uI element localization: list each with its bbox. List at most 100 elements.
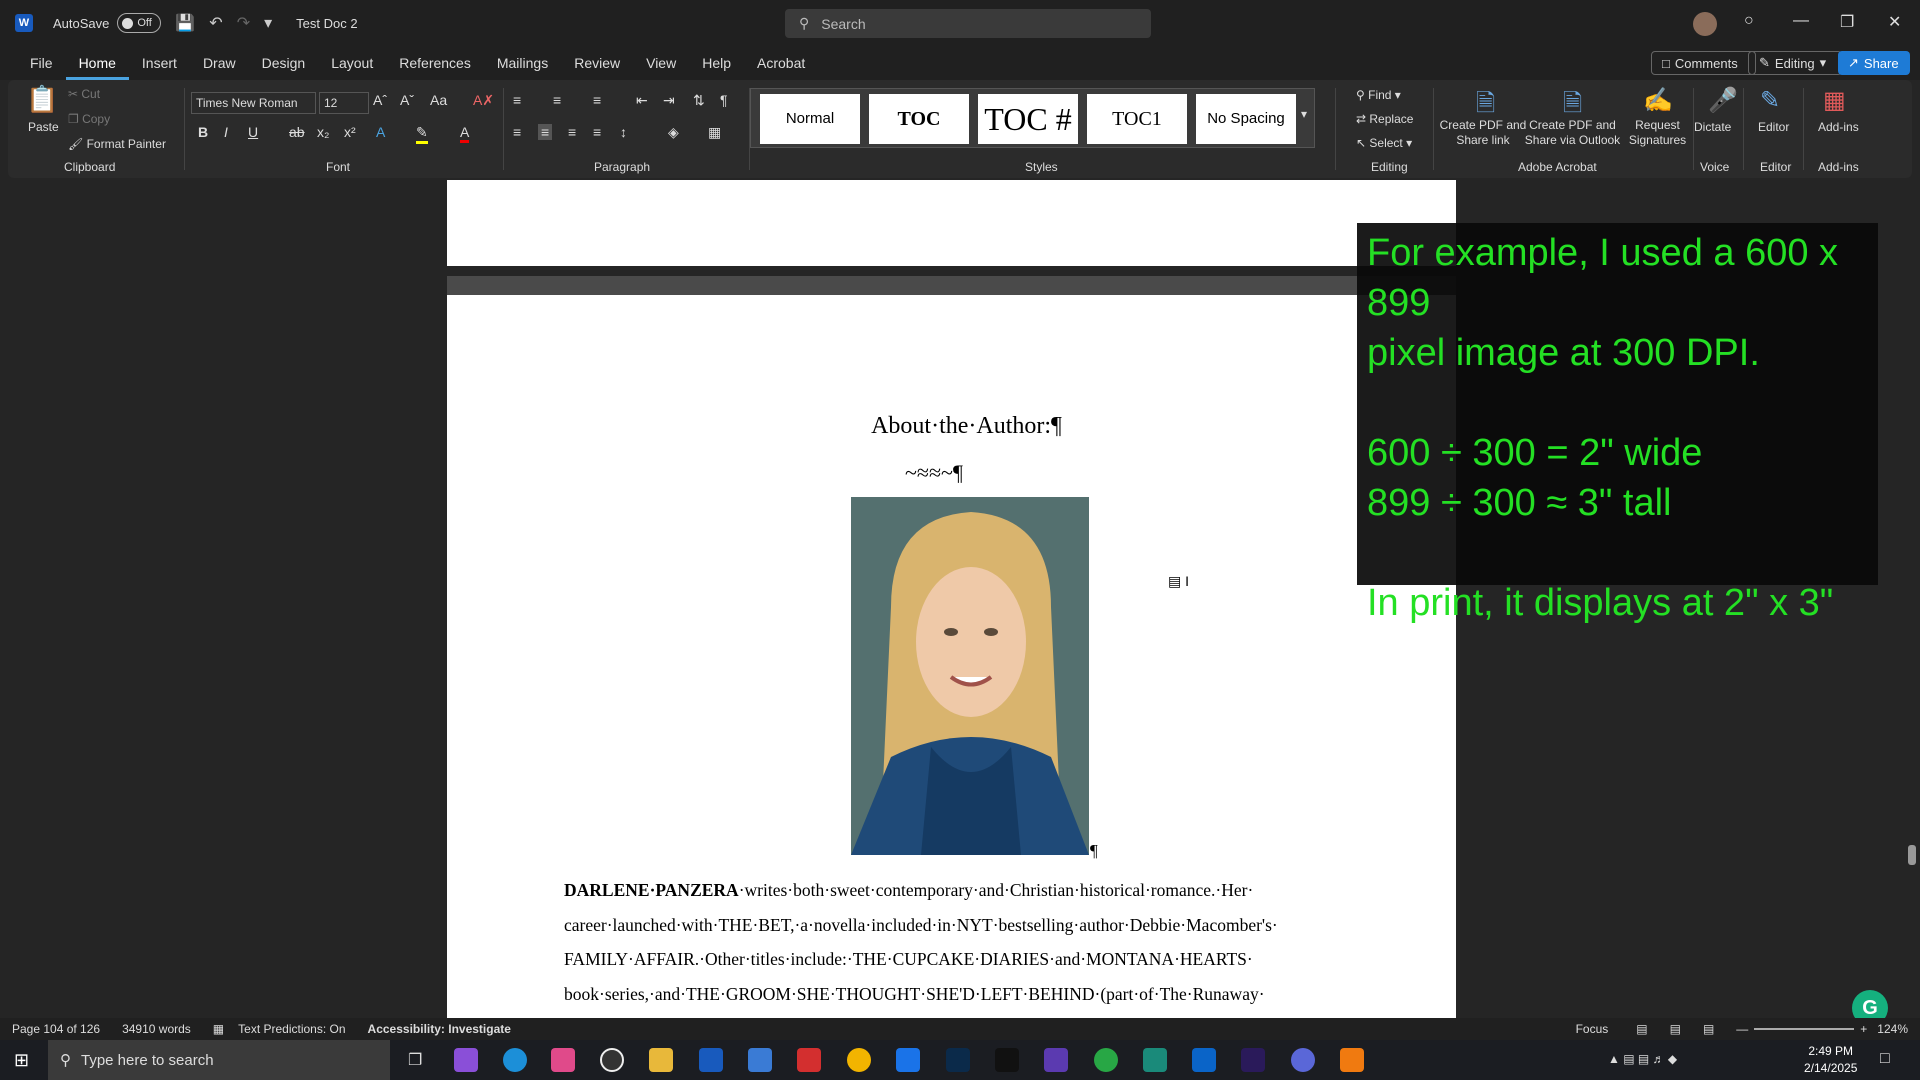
minimize-icon[interactable]: —: [1793, 12, 1809, 30]
style-toc-number[interactable]: TOC #: [978, 94, 1078, 144]
store-app-icon[interactable]: [748, 1048, 772, 1072]
font-size-select[interactable]: 12: [319, 92, 369, 114]
redo-icon[interactable]: ↷: [237, 13, 250, 33]
tab-references[interactable]: References: [386, 46, 484, 80]
select-button[interactable]: ↖ Select ▾: [1356, 136, 1412, 150]
app-icon[interactable]: [600, 1048, 624, 1072]
app-icon[interactable]: [896, 1048, 920, 1072]
save-icon[interactable]: 💾: [175, 13, 195, 33]
justify-icon[interactable]: ≡: [593, 124, 601, 140]
style-normal[interactable]: Normal: [760, 94, 860, 144]
shading-icon[interactable]: ◈: [668, 124, 679, 141]
user-avatar[interactable]: [1693, 12, 1717, 36]
subscript-icon[interactable]: x₂: [317, 124, 329, 140]
borders-icon[interactable]: ▦: [708, 124, 721, 141]
scrollbar-thumb[interactable]: [1908, 845, 1916, 865]
editor-button[interactable]: Editor: [1758, 120, 1789, 134]
styles-more-icon[interactable]: ▾: [1301, 107, 1307, 121]
numbering-icon[interactable]: ≡: [553, 92, 561, 108]
share-button[interactable]: ↗ Share: [1838, 51, 1910, 75]
comments-button[interactable]: □ Comments: [1651, 51, 1756, 75]
replace-button[interactable]: ⇄ Replace: [1356, 112, 1413, 126]
read-mode-icon[interactable]: ▤: [1636, 1022, 1647, 1036]
web-layout-icon[interactable]: ▤: [1703, 1022, 1714, 1036]
tab-review[interactable]: Review: [561, 46, 633, 80]
highlight-icon[interactable]: ✎: [416, 124, 428, 144]
app-icon[interactable]: [1044, 1048, 1068, 1072]
document-page[interactable]: About·the·Author:¶ ~≈≈~¶ ¶ DARLENE·PANZE…: [447, 295, 1456, 1018]
accessibility-status[interactable]: Accessibility: Investigate: [368, 1022, 511, 1036]
app-icon[interactable]: [1291, 1048, 1315, 1072]
paste-button[interactable]: Paste: [28, 120, 59, 134]
app-icon[interactable]: [1143, 1048, 1167, 1072]
create-pdf-share-link-button[interactable]: Create PDF and Share link: [1438, 118, 1528, 148]
format-painter-button[interactable]: 🖌 Format Painter: [68, 137, 166, 151]
dictate-button[interactable]: Dictate: [1694, 120, 1731, 134]
edge-app-icon[interactable]: [503, 1048, 527, 1072]
sort-icon[interactable]: ⇅: [693, 92, 705, 109]
vlc-app-icon[interactable]: [1340, 1048, 1364, 1072]
document-name[interactable]: Test Doc 2: [296, 16, 357, 31]
undo-icon[interactable]: ↶: [209, 13, 222, 33]
photoshop-app-icon[interactable]: [946, 1048, 970, 1072]
search-input[interactable]: ⚲ Search: [785, 9, 1151, 38]
copy-button[interactable]: ❐ Copy: [68, 112, 110, 126]
clear-formatting-icon[interactable]: A✗: [473, 92, 494, 109]
create-pdf-outlook-button[interactable]: Create PDF and Share via Outlook: [1520, 118, 1625, 148]
shrink-font-icon[interactable]: Aˇ: [400, 92, 414, 108]
strikethrough-icon[interactable]: ab: [289, 124, 305, 140]
text-predictions[interactable]: Text Predictions: On: [238, 1022, 345, 1036]
lightbulb-icon[interactable]: ○: [1744, 12, 1754, 30]
focus-button[interactable]: Focus: [1576, 1022, 1609, 1036]
editing-mode-button[interactable]: ✎ Editing ▾: [1748, 51, 1842, 75]
find-button[interactable]: ⚲ Find ▾: [1356, 88, 1401, 102]
tab-draw[interactable]: Draw: [190, 46, 249, 80]
bridge-app-icon[interactable]: [995, 1048, 1019, 1072]
vertical-scrollbar[interactable]: [1904, 180, 1920, 1018]
cricut-app-icon[interactable]: [1094, 1048, 1118, 1072]
style-no-spacing[interactable]: No Spacing: [1196, 94, 1296, 144]
tab-home[interactable]: Home: [65, 46, 129, 80]
increase-indent-icon[interactable]: ⇥: [663, 92, 675, 109]
zoom-slider[interactable]: [1754, 1028, 1855, 1030]
taskbar-search-input[interactable]: ⚲ Type here to search: [48, 1040, 390, 1080]
close-icon[interactable]: ✕: [1888, 12, 1901, 32]
tab-help[interactable]: Help: [689, 46, 744, 80]
decrease-indent-icon[interactable]: ⇤: [636, 92, 648, 109]
paste-icon[interactable]: 📋: [26, 84, 58, 115]
tab-insert[interactable]: Insert: [129, 46, 190, 80]
print-layout-icon[interactable]: ▤: [1670, 1022, 1681, 1036]
page-count[interactable]: Page 104 of 126: [12, 1022, 100, 1036]
text-effects-icon[interactable]: A: [376, 124, 385, 140]
underline-icon[interactable]: U: [248, 124, 258, 140]
proofing-icon[interactable]: ▦: [213, 1022, 224, 1036]
change-case-icon[interactable]: Aa: [430, 92, 447, 108]
windows-start-icon[interactable]: ⊞: [14, 1050, 29, 1071]
tab-file[interactable]: File: [17, 46, 66, 80]
acrobat-app-icon[interactable]: [797, 1048, 821, 1072]
font-name-select[interactable]: Times New Roman: [191, 92, 316, 114]
app-icon[interactable]: [551, 1048, 575, 1072]
bullets-icon[interactable]: ≡: [513, 92, 521, 108]
tab-acrobat[interactable]: Acrobat: [744, 46, 818, 80]
style-toc1[interactable]: TOC1: [1087, 94, 1187, 144]
chrome-app-icon[interactable]: [847, 1048, 871, 1072]
align-left-icon[interactable]: ≡: [513, 124, 521, 140]
system-tray-icons[interactable]: ▲ ▤ ▤ ♬ ◆: [1608, 1052, 1677, 1066]
word-count[interactable]: 34910 words: [122, 1022, 191, 1036]
superscript-icon[interactable]: x²: [344, 124, 356, 140]
author-photo[interactable]: [851, 497, 1089, 855]
request-signatures-button[interactable]: Request Signatures: [1620, 118, 1695, 148]
autosave-toggle[interactable]: Off: [117, 13, 162, 33]
italic-icon[interactable]: I: [224, 124, 228, 140]
addins-button[interactable]: Add-ins: [1818, 120, 1859, 134]
tab-layout[interactable]: Layout: [318, 46, 386, 80]
grow-font-icon[interactable]: Aˆ: [373, 92, 387, 108]
word-taskbar-icon[interactable]: [699, 1048, 723, 1072]
clock[interactable]: 2:49 PM 2/14/2025: [1804, 1043, 1857, 1077]
copilot-app-icon[interactable]: [454, 1048, 478, 1072]
outlook-app-icon[interactable]: [1192, 1048, 1216, 1072]
zoom-in-icon[interactable]: +: [1860, 1022, 1867, 1036]
file-explorer-icon[interactable]: [649, 1048, 673, 1072]
notifications-icon[interactable]: □: [1880, 1050, 1890, 1068]
